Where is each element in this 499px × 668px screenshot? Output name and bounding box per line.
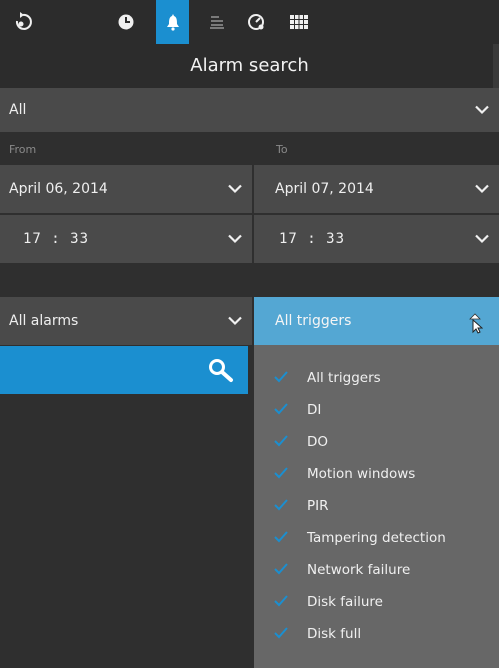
storage-icon[interactable] — [206, 0, 228, 44]
alarm-filter-select[interactable]: All — [0, 88, 499, 132]
trigger-option[interactable]: Tampering detection — [254, 522, 499, 554]
trigger-select[interactable]: All triggers — [254, 297, 499, 345]
trigger-option[interactable]: DO — [254, 426, 499, 458]
trigger-option[interactable]: DI — [254, 394, 499, 426]
chevron-down-icon — [475, 234, 489, 244]
to-time-value: 17 : 33 — [279, 231, 346, 247]
check-icon — [274, 595, 288, 607]
trigger-option[interactable]: Motion windows — [254, 458, 499, 490]
search-icon — [209, 359, 233, 382]
mouse-cursor-icon — [469, 313, 483, 334]
trigger-option[interactable]: Disk failure — [254, 586, 499, 618]
check-icon — [274, 435, 288, 447]
alarm-type-value: All alarms — [9, 313, 79, 329]
to-date-value: April 07, 2014 — [275, 181, 374, 197]
to-date-select[interactable]: April 07, 2014 — [254, 165, 499, 213]
chevron-down-icon — [228, 184, 242, 194]
check-icon — [274, 531, 288, 543]
clock-icon[interactable] — [111, 0, 141, 44]
search-button[interactable] — [0, 346, 248, 394]
trigger-option[interactable]: PIR — [254, 490, 499, 522]
rotate-icon[interactable] — [12, 0, 34, 44]
trigger-option-label: Tampering detection — [307, 530, 446, 546]
trigger-options-list: All triggers DI DO Motion windows PIR Ta… — [254, 345, 499, 668]
check-icon — [274, 371, 288, 383]
dashboard-icon[interactable] — [244, 0, 268, 44]
to-label: To — [276, 143, 288, 156]
alarm-filter-value: All — [9, 102, 27, 118]
chevron-down-icon — [475, 105, 489, 115]
trigger-option-label: Disk full — [307, 626, 362, 642]
grid-icon[interactable] — [288, 0, 310, 44]
chevron-down-icon — [228, 234, 242, 244]
check-icon — [274, 563, 288, 575]
chevron-down-icon — [228, 316, 242, 326]
from-time-value: 17 : 33 — [23, 231, 90, 247]
scrollbar-edge — [493, 44, 499, 88]
trigger-option-label: Disk failure — [307, 594, 383, 610]
page-title: Alarm search — [190, 55, 309, 76]
check-icon — [274, 467, 288, 479]
trigger-option[interactable]: Network failure — [254, 554, 499, 586]
check-icon — [274, 403, 288, 415]
alarm-bell-icon[interactable] — [156, 0, 189, 44]
trigger-select-value: All triggers — [275, 313, 352, 329]
check-icon — [274, 627, 288, 639]
trigger-option-label: PIR — [307, 498, 329, 514]
trigger-option-label: Network failure — [307, 562, 411, 578]
title-bar: Alarm search — [0, 44, 499, 88]
trigger-option-label: All triggers — [307, 370, 381, 386]
trigger-option-label: DI — [307, 402, 322, 418]
trigger-option[interactable]: All triggers — [254, 362, 499, 394]
from-date-select[interactable]: April 06, 2014 — [0, 165, 252, 213]
chevron-down-icon — [475, 184, 489, 194]
top-toolbar — [0, 0, 499, 44]
trigger-option[interactable]: Disk full — [254, 618, 499, 650]
to-time-select[interactable]: 17 : 33 — [254, 215, 499, 263]
check-icon — [274, 499, 288, 511]
trigger-option-label: DO — [307, 434, 329, 450]
trigger-option-label: Motion windows — [307, 466, 416, 482]
from-date-value: April 06, 2014 — [9, 181, 108, 197]
from-time-select[interactable]: 17 : 33 — [0, 215, 252, 263]
from-label: From — [9, 143, 37, 156]
alarm-type-select[interactable]: All alarms — [0, 297, 252, 345]
